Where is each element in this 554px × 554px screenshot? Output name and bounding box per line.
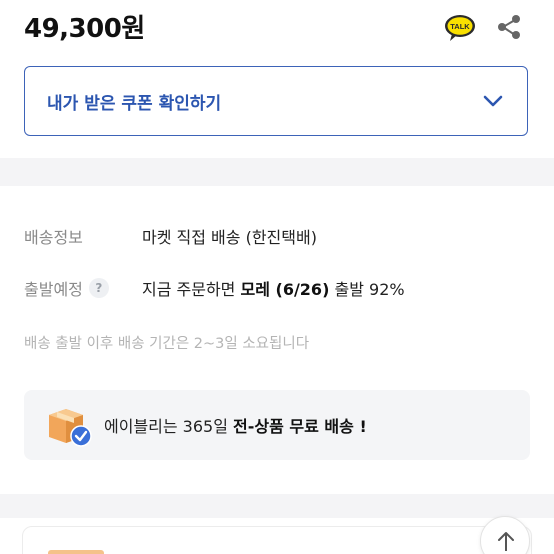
free-shipping-banner: 에이블리는 365일 전-상품 무료 배송 ! xyxy=(24,390,530,460)
share-button[interactable] xyxy=(494,12,524,42)
kakao-talk-icon: TALK xyxy=(445,15,475,41)
kakao-talk-share-button[interactable]: TALK xyxy=(444,14,476,42)
coupon-check-button[interactable]: 내가 받은 쿠폰 확인하기 xyxy=(24,66,528,136)
product-price: 49,300원 xyxy=(24,14,145,44)
schedule-prefix: 지금 주문하면 xyxy=(142,280,236,299)
check-badge-icon xyxy=(70,425,92,447)
help-icon[interactable]: ? xyxy=(88,278,109,298)
shipping-schedule-row: 출발예정 ? 지금 주문하면 모레 (6/26) 출발 92% xyxy=(24,276,405,300)
talk-icon-text: TALK xyxy=(450,22,470,31)
shipping-note: 배송 출발 이후 배송 기간은 2~3일 소요됩니다 xyxy=(24,336,310,352)
shipping-info-label: 배송정보 xyxy=(24,228,83,247)
schedule-date: 모레 (6/26) xyxy=(240,280,330,299)
delivery-box-icon xyxy=(46,405,92,447)
shipping-info-row: 배송정보 마켓 직접 배송 (한진택배) xyxy=(24,224,317,248)
scroll-top-button[interactable] xyxy=(480,516,530,554)
share-icon xyxy=(498,15,520,39)
arrow-up-icon xyxy=(498,532,514,551)
banner-text-prefix: 에이블리는 365일 xyxy=(104,417,228,436)
shipping-info-value: 마켓 직접 배송 (한진택배) xyxy=(142,228,317,247)
shipping-schedule-label-wrap: 출발예정 ? xyxy=(24,276,142,300)
shipping-schedule-value: 지금 주문하면 모레 (6/26) 출발 92% xyxy=(142,276,405,300)
banner-text: 에이블리는 365일 전-상품 무료 배송 ! xyxy=(104,413,367,437)
banner-text-bold: 전-상품 무료 배송 ! xyxy=(233,417,367,436)
schedule-suffix: 출발 92% xyxy=(334,280,405,299)
section-divider xyxy=(0,158,554,186)
next-section-thumbnail xyxy=(48,550,104,554)
chevron-down-icon xyxy=(483,95,503,107)
shipping-schedule-label: 출발예정 xyxy=(24,280,83,299)
coupon-label: 내가 받은 쿠폰 확인하기 xyxy=(47,93,222,114)
section-divider-bottom xyxy=(0,494,554,518)
